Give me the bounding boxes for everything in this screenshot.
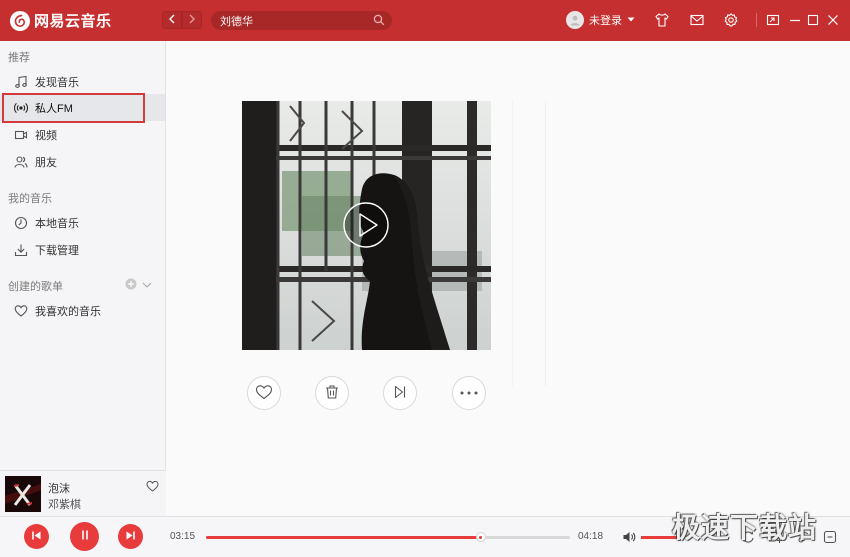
now-playing-cover[interactable] <box>5 476 41 512</box>
sidebar-item-discover[interactable]: 发现音乐 <box>0 68 165 95</box>
skin-icon[interactable] <box>654 12 670 28</box>
now-playing-artist[interactable]: 邓紫棋 <box>48 496 81 512</box>
history-nav <box>162 11 202 29</box>
progress-fill <box>206 536 481 539</box>
next-icon <box>392 384 408 403</box>
search-box[interactable] <box>211 11 392 30</box>
back-button[interactable] <box>162 11 182 29</box>
chevron-right-icon <box>188 14 196 27</box>
music-note-icon <box>14 75 28 89</box>
pause-button[interactable] <box>70 522 99 551</box>
watermark: 极速下载站 <box>672 511 818 544</box>
album-cover[interactable] <box>242 101 491 350</box>
sidebar-item-label: 视频 <box>35 129 57 142</box>
mail-icon[interactable] <box>689 12 705 28</box>
playlist-tools <box>125 278 152 293</box>
more-button[interactable] <box>452 376 486 410</box>
next-icon <box>125 530 136 544</box>
caret-down-icon <box>627 14 635 26</box>
section-my-music: 我的音乐 <box>8 193 52 205</box>
trash-icon <box>324 384 340 403</box>
highlight-annotation <box>2 93 145 123</box>
share-icon[interactable] <box>822 529 838 545</box>
like-icon[interactable] <box>146 480 159 492</box>
netease-logo-icon <box>10 10 30 31</box>
progress-handle[interactable] <box>475 532 486 542</box>
section-recommend: 推荐 <box>8 52 30 64</box>
download-icon <box>14 243 28 257</box>
friends-icon <box>14 155 28 169</box>
more-icon <box>459 387 479 399</box>
sidebar-item-friends[interactable]: 朋友 <box>0 148 165 175</box>
search-input[interactable] <box>220 14 370 27</box>
login-label: 未登录 <box>589 15 622 27</box>
sidebar-item-label: 下载管理 <box>35 244 79 257</box>
video-icon <box>14 128 28 142</box>
sidebar-item-label: 我喜欢的音乐 <box>35 305 101 318</box>
section-created-playlists: 创建的歌单 <box>8 281 63 293</box>
sidebar-item-label: 本地音乐 <box>35 217 79 230</box>
maximize-icon[interactable] <box>805 12 821 28</box>
like-icon <box>255 384 273 403</box>
current-time: 03:15 <box>170 531 196 542</box>
chevron-down-icon[interactable] <box>142 280 152 292</box>
heart-icon <box>14 304 28 318</box>
like-button[interactable] <box>247 376 281 410</box>
app-name: 网易云音乐 <box>34 13 112 30</box>
prev-button[interactable] <box>24 524 49 549</box>
next-button[interactable] <box>118 524 143 549</box>
add-playlist-icon[interactable] <box>125 278 137 293</box>
sidebar-item-video[interactable]: 视频 <box>0 121 165 148</box>
lyric-divider <box>545 101 546 386</box>
user-login[interactable]: 未登录 <box>566 11 635 29</box>
private-fm-view <box>166 41 850 516</box>
now-playing-panel[interactable]: 泡沫 邓紫棋 <box>0 470 166 516</box>
pause-icon <box>79 529 91 544</box>
previous-icon <box>31 530 42 544</box>
app-logo[interactable]: 网易云音乐 <box>10 10 112 31</box>
sidebar-item-local-music[interactable]: 本地音乐 <box>0 209 165 236</box>
avatar <box>566 11 584 29</box>
lyric-divider <box>512 101 513 386</box>
minimize-icon[interactable] <box>787 12 803 28</box>
search-icon[interactable] <box>373 14 385 26</box>
title-bar: 网易云音乐 未登录 <box>0 0 850 41</box>
now-playing-title: 泡沫 <box>48 483 70 495</box>
close-icon[interactable] <box>825 12 841 28</box>
settings-icon[interactable] <box>723 12 739 28</box>
trash-button[interactable] <box>315 376 349 410</box>
volume-icon[interactable] <box>622 530 636 544</box>
sidebar-item-liked-music[interactable]: 我喜欢的音乐 <box>0 297 165 324</box>
window-controls-divider <box>756 13 757 27</box>
chevron-left-icon <box>168 14 176 27</box>
total-time: 04:18 <box>578 531 604 542</box>
progress-bar[interactable] <box>206 532 570 542</box>
local-music-icon <box>14 216 28 230</box>
next-song-button[interactable] <box>383 376 417 410</box>
sidebar-item-label: 朋友 <box>35 156 57 169</box>
sidebar-item-label: 发现音乐 <box>35 76 79 89</box>
sidebar-item-downloads[interactable]: 下载管理 <box>0 236 165 263</box>
mini-mode-icon[interactable] <box>765 12 781 28</box>
forward-button[interactable] <box>182 11 202 29</box>
